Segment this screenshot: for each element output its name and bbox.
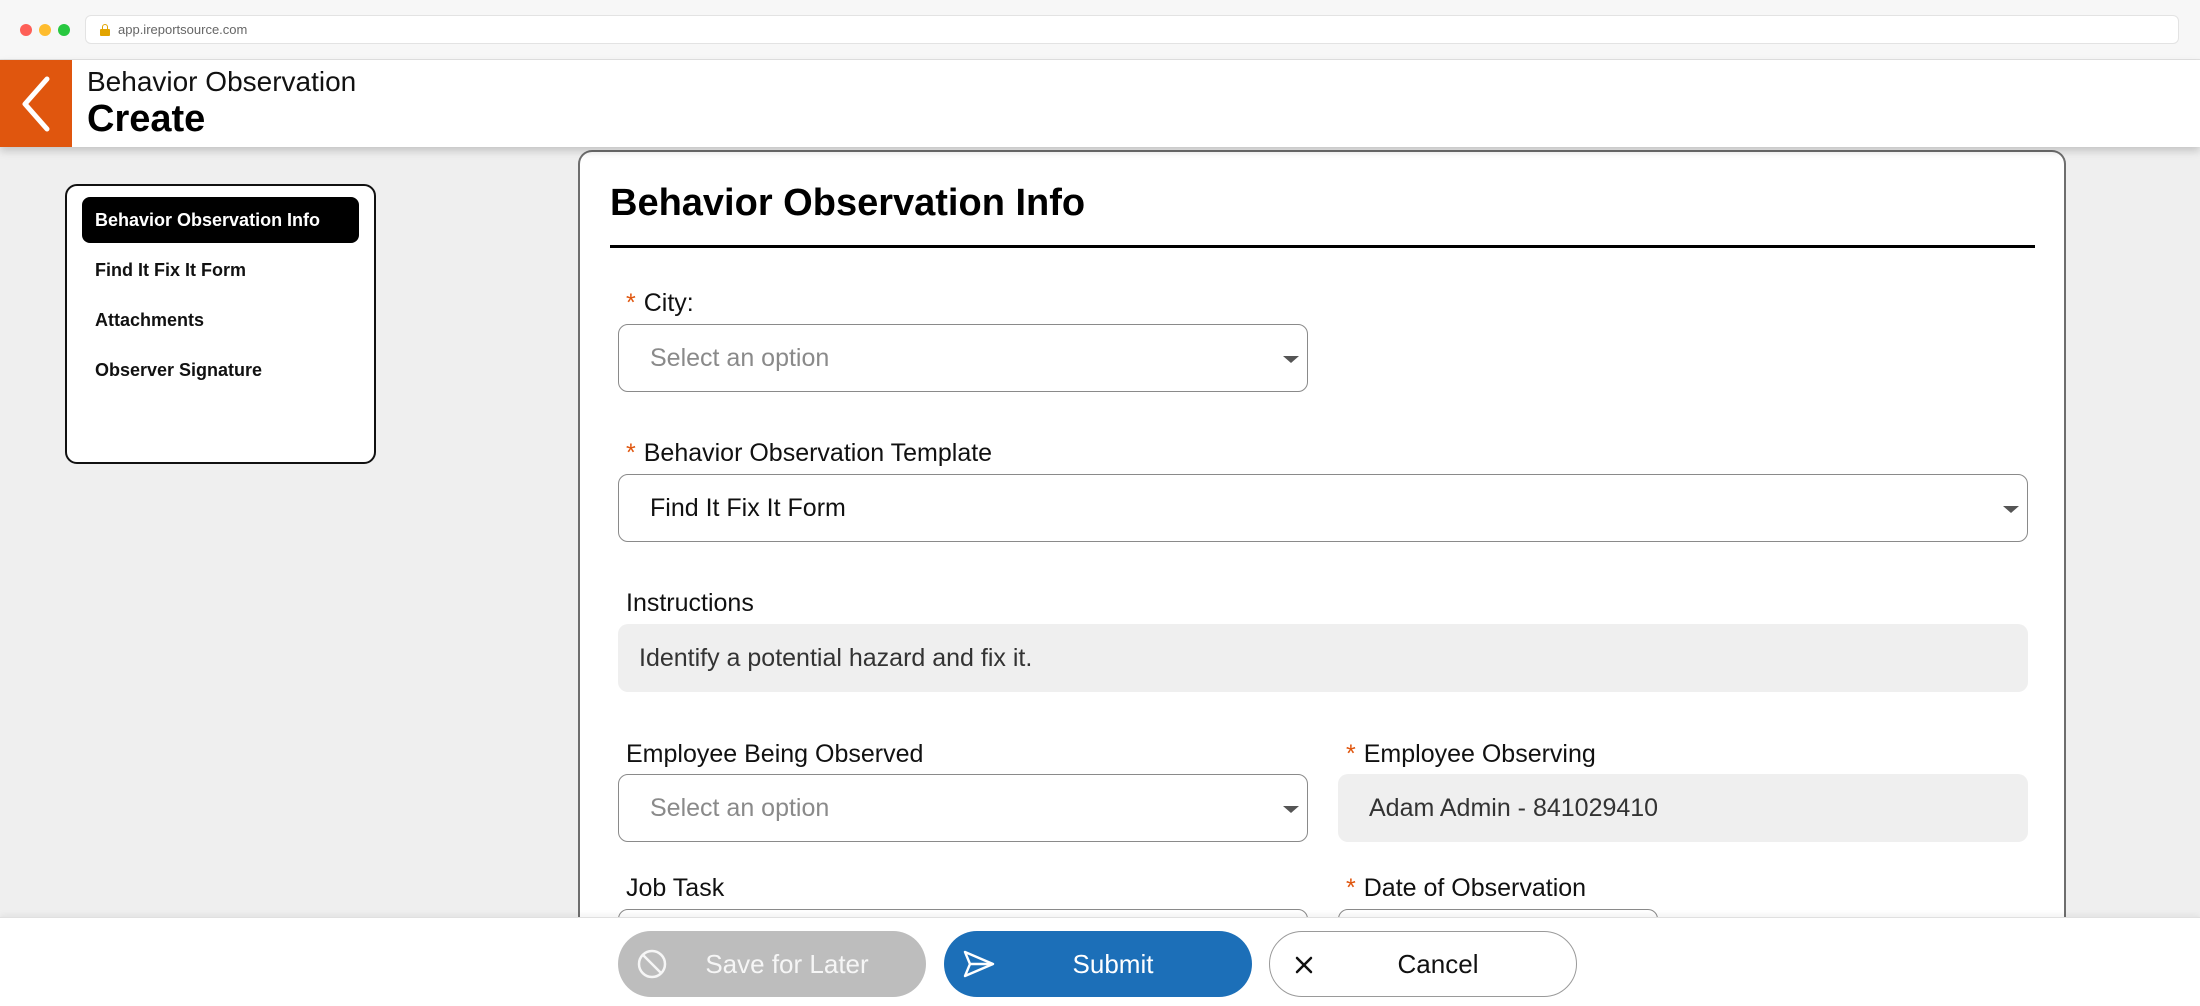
instructions-text: Identify a potential hazard and fix it. xyxy=(618,624,2028,692)
nav-item-attachments[interactable]: Attachments xyxy=(82,297,359,343)
action-bar: Save for Later Submit Cancel xyxy=(0,917,2200,1006)
nav-item-observer-signature[interactable]: Observer Signature xyxy=(82,347,359,393)
chevron-down-icon xyxy=(1283,356,1299,363)
chevron-down-icon xyxy=(2003,506,2019,513)
address-bar[interactable]: app.ireportsource.com xyxy=(85,15,2179,44)
job-task-label: Job Task xyxy=(626,874,725,902)
city-select[interactable]: Select an option xyxy=(618,324,1308,392)
chevron-down-icon xyxy=(1283,806,1299,813)
url-text: app.ireportsource.com xyxy=(118,22,248,37)
template-label: * Behavior Observation Template xyxy=(626,439,993,467)
app-header: Behavior Observation Create xyxy=(0,60,2200,147)
lock-icon xyxy=(100,23,110,36)
date-of-observation-label: * Date of Observation xyxy=(1346,874,1587,902)
submit-button[interactable]: Submit xyxy=(944,931,1252,997)
window-close-dot[interactable] xyxy=(20,24,32,36)
browser-toolbar: app.ireportsource.com xyxy=(0,0,2200,60)
back-button[interactable] xyxy=(0,60,72,147)
page-title: Create xyxy=(87,98,206,140)
required-marker: * xyxy=(626,289,636,317)
page-subtitle: Behavior Observation xyxy=(87,66,357,97)
section-divider xyxy=(610,245,2035,248)
required-marker: * xyxy=(1346,874,1356,902)
required-marker: * xyxy=(1346,740,1356,768)
template-select[interactable]: Find It Fix It Form xyxy=(618,474,2028,542)
instructions-label: Instructions xyxy=(626,589,754,617)
cancel-button[interactable]: Cancel xyxy=(1269,931,1577,997)
required-marker: * xyxy=(626,439,636,467)
employee-observing-field: Adam Admin - 841029410 xyxy=(1338,774,2028,842)
section-nav: Behavior Observation Info Find It Fix It… xyxy=(65,184,376,464)
nav-item-behavior-observation-info[interactable]: Behavior Observation Info xyxy=(82,197,359,243)
city-label: * City: xyxy=(626,289,694,317)
section-title: Behavior Observation Info xyxy=(610,182,1086,224)
window-maximize-dot[interactable] xyxy=(58,24,70,36)
employee-observing-label: * Employee Observing xyxy=(1346,740,1596,768)
chevron-left-icon xyxy=(22,76,50,131)
nav-item-find-it-fix-it-form[interactable]: Find It Fix It Form xyxy=(82,247,359,293)
save-for-later-button[interactable]: Save for Later xyxy=(618,931,926,997)
form-card: Behavior Observation Info * City: Select … xyxy=(578,150,2066,977)
employee-observed-label: Employee Being Observed xyxy=(626,740,924,768)
window-minimize-dot[interactable] xyxy=(39,24,51,36)
employee-observed-select[interactable]: Select an option xyxy=(618,774,1308,842)
